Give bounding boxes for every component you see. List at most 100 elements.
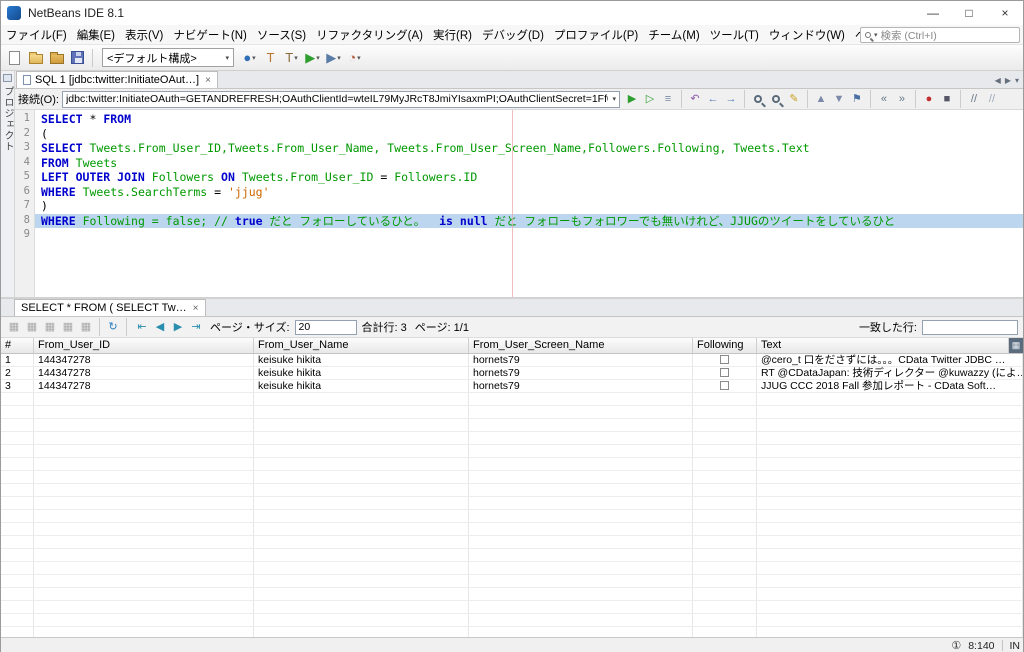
tab-close-icon[interactable]: × [205, 75, 211, 86]
back-icon[interactable]: ← [704, 90, 722, 108]
following-checkbox[interactable] [720, 355, 729, 364]
table-cell[interactable] [693, 627, 757, 637]
table-cell[interactable]: keisuke hikita [254, 354, 469, 366]
table-cell[interactable] [1, 549, 34, 561]
table-cell[interactable] [1, 523, 34, 535]
insert-record-icon[interactable]: ▦ [5, 318, 23, 336]
sql-editor[interactable]: 123456789 SELECT * FROM(SELECT Tweets.Fr… [15, 110, 1023, 297]
find-occurrence-icon[interactable] [767, 90, 785, 108]
table-cell[interactable] [254, 614, 469, 626]
table-cell[interactable]: 144347278 [34, 367, 254, 379]
table-row[interactable] [1, 536, 1023, 549]
table-row[interactable] [1, 510, 1023, 523]
code-line[interactable]: WHERE Following = false; // true だと フォロー… [35, 214, 1023, 229]
menu-item[interactable]: 表示(V) [120, 25, 168, 45]
table-cell[interactable] [693, 458, 757, 470]
table-cell[interactable] [693, 510, 757, 522]
table-cell[interactable] [469, 419, 693, 431]
table-row[interactable] [1, 601, 1023, 614]
table-cell[interactable] [254, 601, 469, 613]
code-line[interactable]: FROM Tweets [35, 156, 1023, 171]
matched-rows-input[interactable] [922, 320, 1018, 335]
projects-collapsed-strip[interactable]: プロジェクト [1, 71, 15, 297]
table-cell[interactable] [254, 536, 469, 548]
profile-project-icon[interactable]: ◔▾ [344, 47, 365, 69]
column-header[interactable]: From_User_ID [34, 338, 254, 353]
table-row[interactable] [1, 445, 1023, 458]
table-cell[interactable] [254, 458, 469, 470]
table-cell[interactable] [1, 510, 34, 522]
table-cell[interactable] [34, 627, 254, 637]
table-cell[interactable] [469, 497, 693, 509]
table-cell[interactable]: 3 [1, 380, 34, 392]
next-page-icon[interactable]: ▶ [169, 318, 187, 336]
table-cell[interactable] [469, 523, 693, 535]
table-cell[interactable] [693, 419, 757, 431]
editor-tab-sql1[interactable]: SQL 1 [jdbc:twitter:InitiateOAut…] × [16, 71, 218, 88]
table-cell[interactable] [757, 588, 1023, 600]
table-cell[interactable] [693, 588, 757, 600]
debug-project-icon[interactable]: ▶▾ [323, 47, 344, 69]
code-line[interactable]: LEFT OUTER JOIN Followers ON Tweets.From… [35, 170, 1023, 185]
table-cell[interactable] [469, 471, 693, 483]
build-project-icon[interactable]: T [260, 47, 281, 69]
table-row[interactable] [1, 406, 1023, 419]
table-row[interactable] [1, 432, 1023, 445]
table-cell[interactable] [34, 406, 254, 418]
table-cell[interactable] [469, 484, 693, 496]
table-row[interactable] [1, 471, 1023, 484]
table-cell[interactable] [757, 523, 1023, 535]
table-cell[interactable] [34, 458, 254, 470]
table-row[interactable] [1, 393, 1023, 406]
table-cell[interactable] [1, 575, 34, 587]
code-line[interactable]: SELECT * FROM [35, 112, 1023, 127]
new-file-icon[interactable] [4, 47, 25, 69]
table-cell[interactable] [757, 432, 1023, 444]
code-line[interactable]: ( [35, 127, 1023, 142]
forward-icon[interactable]: → [722, 90, 740, 108]
table-cell[interactable] [254, 419, 469, 431]
table-cell[interactable] [469, 393, 693, 405]
table-cell[interactable] [254, 497, 469, 509]
truncate-table-icon[interactable]: ▦ [77, 318, 95, 336]
table-cell[interactable] [757, 445, 1023, 457]
toggle-bookmark-icon[interactable]: ⚑ [848, 90, 866, 108]
table-cell[interactable] [1, 614, 34, 626]
table-cell[interactable] [757, 549, 1023, 561]
macro-stop-icon[interactable]: ■ [938, 90, 956, 108]
menu-item[interactable]: ナビゲート(N) [168, 25, 251, 45]
remote-platform-icon[interactable]: ●▾ [239, 47, 260, 69]
table-cell[interactable] [757, 393, 1023, 405]
table-cell[interactable] [693, 536, 757, 548]
shift-right-icon[interactable]: » [893, 90, 911, 108]
table-cell[interactable]: keisuke hikita [254, 380, 469, 392]
find-selection-icon[interactable] [749, 90, 767, 108]
table-cell[interactable] [254, 445, 469, 457]
clean-build-project-icon[interactable]: T▾ [281, 47, 302, 69]
table-cell[interactable] [254, 627, 469, 637]
minimize-button[interactable]: — [915, 1, 951, 25]
table-cell[interactable]: 144347278 [34, 354, 254, 366]
table-cell[interactable] [757, 406, 1023, 418]
shift-left-icon[interactable]: « [875, 90, 893, 108]
table-row[interactable] [1, 627, 1023, 637]
editor-code[interactable]: SELECT * FROM(SELECT Tweets.From_User_ID… [35, 110, 1023, 297]
customize-columns-icon[interactable]: ▦ [1009, 338, 1023, 353]
table-cell[interactable] [469, 575, 693, 587]
table-cell[interactable] [34, 510, 254, 522]
table-row[interactable] [1, 614, 1023, 627]
table-cell[interactable]: hornets79 [469, 354, 693, 366]
table-cell[interactable] [254, 393, 469, 405]
table-cell[interactable] [1, 588, 34, 600]
table-cell[interactable] [693, 523, 757, 535]
table-row[interactable]: 2144347278keisuke hikitahornets79RT @CDa… [1, 367, 1023, 380]
table-cell[interactable] [1, 536, 34, 548]
table-cell[interactable] [254, 575, 469, 587]
table-cell[interactable] [1, 562, 34, 574]
table-cell[interactable] [469, 445, 693, 457]
table-cell[interactable]: JJUG CCC 2018 Fall 参加レポート - CData Soft… [757, 380, 1023, 392]
commit-record-icon[interactable]: ▦ [41, 318, 59, 336]
table-cell[interactable] [1, 497, 34, 509]
save-all-icon[interactable] [67, 47, 88, 69]
table-row[interactable]: 1144347278keisuke hikitahornets79@cero_t… [1, 354, 1023, 367]
